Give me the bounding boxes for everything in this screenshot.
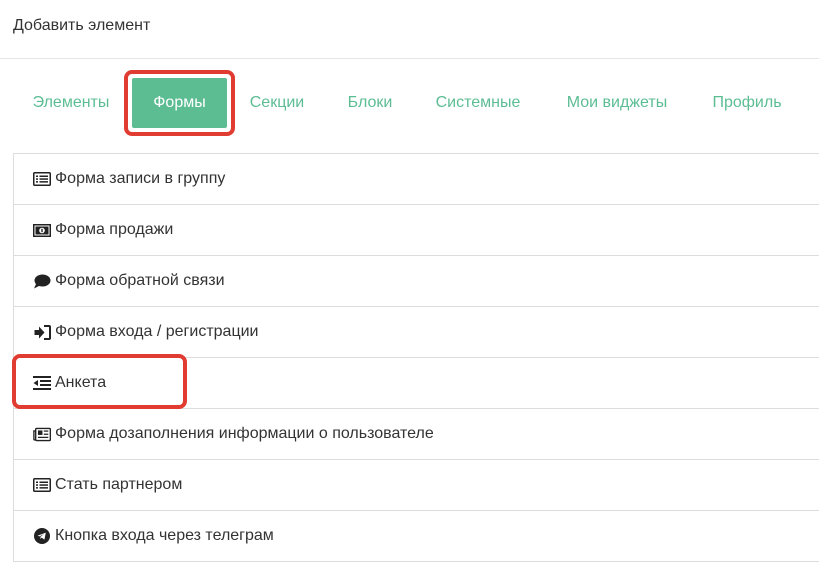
list-alt-icon: [33, 171, 51, 187]
tab-sections[interactable]: Секции: [236, 78, 318, 128]
comment-icon: [33, 273, 51, 289]
dialog-title: Добавить элемент: [13, 17, 151, 34]
sign-in-icon: [33, 324, 51, 340]
tab-my-widgets[interactable]: Мои виджеты: [550, 78, 684, 128]
list-item-feedback-form[interactable]: Форма обратной связи: [14, 256, 819, 307]
telegram-icon: [33, 528, 51, 544]
tab-system[interactable]: Системные: [422, 78, 534, 128]
list-item-label: Анкета: [55, 374, 107, 391]
dialog-header: Добавить элемент: [0, 0, 819, 59]
tab-blocks[interactable]: Блоки: [334, 78, 406, 128]
category-tabs: Элементы Формы Секции Блоки Системные Мо…: [0, 60, 819, 153]
outdent-icon: [33, 375, 51, 391]
list-item-label: Форма записи в группу: [55, 170, 226, 187]
list-alt-icon: [33, 477, 51, 493]
list-item-telegram-login-button[interactable]: Кнопка входа через телеграм: [14, 511, 819, 562]
list-item-label: Кнопка входа через телеграм: [55, 527, 274, 544]
list-item-group-signup-form[interactable]: Форма записи в группу: [14, 154, 819, 205]
newspaper-icon: [33, 426, 51, 442]
tab-profile[interactable]: Профиль: [698, 78, 796, 128]
list-item-become-partner[interactable]: Стать партнером: [14, 460, 819, 511]
list-item-sale-form[interactable]: Форма продажи: [14, 205, 819, 256]
list-item-user-info-form[interactable]: Форма дозаполнения информации о пользова…: [14, 409, 819, 460]
list-item-label: Форма дозаполнения информации о пользова…: [55, 425, 434, 442]
list-item-login-form[interactable]: Форма входа / регистрации: [14, 307, 819, 358]
forms-list: Форма записи в группу Форма продажи Форм…: [13, 153, 819, 562]
list-item-label: Форма входа / регистрации: [55, 323, 259, 340]
tab-elements[interactable]: Элементы: [18, 78, 124, 128]
list-item-label: Стать партнером: [55, 476, 183, 493]
list-item-questionnaire[interactable]: Анкета: [14, 358, 819, 409]
list-item-label: Форма продажи: [55, 221, 174, 238]
list-item-label: Форма обратной связи: [55, 272, 225, 289]
tab-forms[interactable]: Формы: [132, 78, 227, 128]
money-icon: [33, 222, 51, 238]
